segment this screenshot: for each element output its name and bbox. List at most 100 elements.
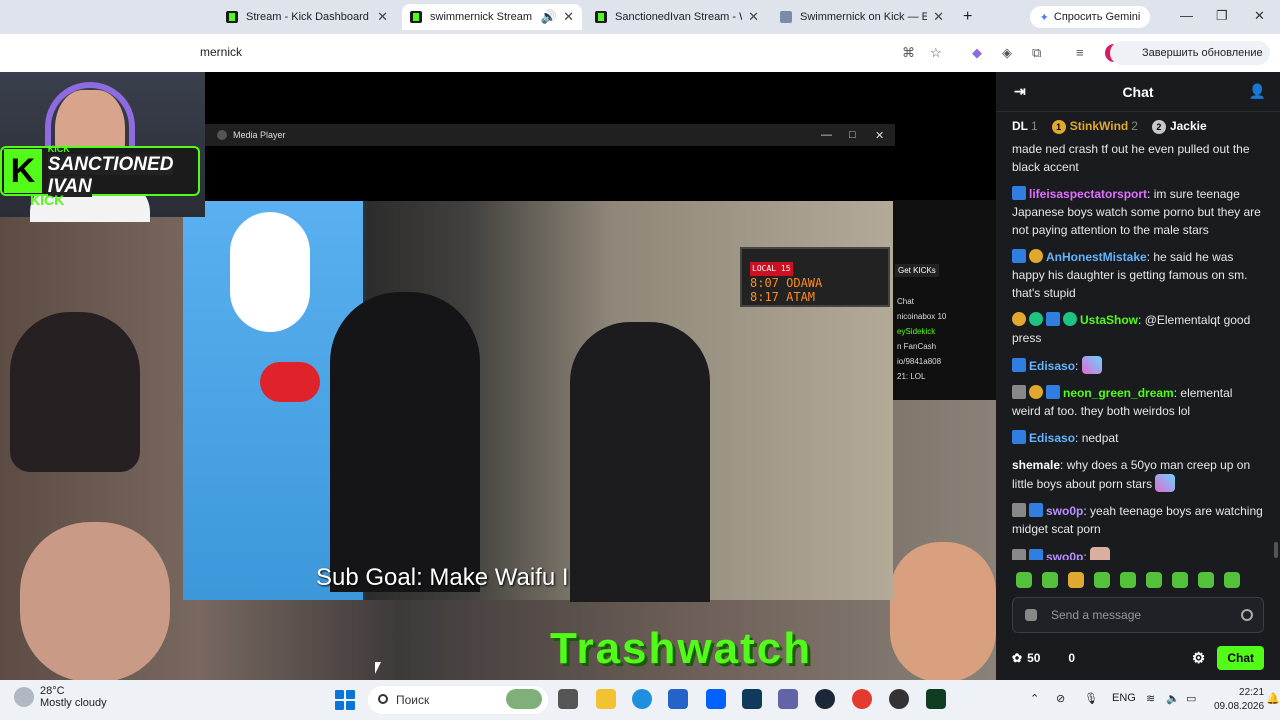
emote-icon[interactable] [1146,572,1162,588]
emote-icon[interactable] [1068,572,1084,588]
tab-kick-dashboard[interactable]: Stream - Kick Dashboard ✕ [218,4,396,30]
leader-item[interactable]: DL 1 [1012,119,1038,133]
emote-icon[interactable] [1094,572,1110,588]
tab-sanctionedivan-stream[interactable]: SanctionedIvan Stream - Wa ✕ [587,4,767,30]
network-off-icon[interactable]: ⊘ [1056,692,1065,705]
kick-watermark: KICK [30,192,65,208]
close-tab-icon[interactable]: ✕ [748,9,759,25]
new-tab-button[interactable]: + [955,4,981,30]
chat-message: neon_green_dream: elemental weird af too… [1012,385,1233,418]
emote-icon[interactable] [1224,572,1240,588]
emote-icon[interactable] [1016,572,1032,588]
leader-item[interactable]: 1 StinkWind 2 [1051,119,1138,134]
rank-1-icon: 1 [1051,119,1066,134]
verified-badge-icon [1029,549,1043,560]
ask-gemini-button[interactable]: ✦ Спросить Gemini [1030,6,1150,28]
tab-swimmernick-on-kick[interactable]: Swimmernick on Kick — Eng ✕ [772,4,952,30]
wifi-icon[interactable]: ≋ [1146,692,1155,705]
taskbar-clock[interactable]: 22:21 09.08.2026 [1214,686,1264,714]
chevron-up-icon[interactable]: ⌃ [1030,692,1039,705]
emote-icon [1081,356,1102,374]
microphone-icon[interactable]: 🎙 [1084,692,1098,705]
chat-message: Edisaso: nedpat [1012,429,1264,447]
chat-panel: ⇥ Chat 👤 DL 1 1 StinkWind 2 2 Jackie made ne… [996,72,1280,680]
chat-message-input[interactable]: Send a message [1012,597,1264,633]
windows-start-icon[interactable] [335,690,355,710]
sanctioned-ivan-logo: K KICK SANCTIONED IVAN [0,144,200,197]
emote-icon[interactable] [1042,572,1058,588]
check-badge-icon [1063,312,1077,326]
moderator-badge-icon [1012,385,1026,399]
emote-icon[interactable] [1120,572,1136,588]
emote-icon[interactable] [1172,572,1188,588]
restore-icon[interactable]: ❐ [1216,8,1228,24]
emote-icon[interactable] [1198,572,1214,588]
chat-messages[interactable]: made ned crash tf out he even pulled out… [996,140,1280,560]
emoji-icon[interactable] [1241,609,1253,621]
obs-icon[interactable] [889,689,909,709]
mp-close-icon: ✕ [875,130,885,142]
close-tab-icon[interactable]: ✕ [563,9,574,25]
sub-months-badge-icon [1012,249,1026,263]
app-icon[interactable] [742,689,762,709]
points-icon: ✿ [1012,651,1023,665]
verified-badge-icon [1046,385,1060,399]
task-view-icon[interactable] [558,689,578,709]
tab-swimmernick-stream[interactable]: swimmernick Stream - W 🔊 ✕ [402,4,582,30]
url-field[interactable]: mernick [200,45,242,59]
chat-message: UstaShow: @Elementalqt good press [1012,312,1251,345]
chat-message: swo0p: [1012,547,1264,560]
quick-emote-bar [1016,572,1240,588]
shield-icon[interactable] [1025,609,1037,621]
file-explorer-icon[interactable] [596,689,616,709]
finish-update-button[interactable]: Завершить обновление [1110,41,1270,65]
kick-app-icon[interactable] [926,689,946,709]
weather-widget[interactable]: 28°C Mostly cloudy [14,685,107,709]
address-bar: mernick ⌘ ☆ ◆ ◈ ⧉ ≡ I Завершить обновлен… [0,34,1280,72]
minimize-icon[interactable]: — [1180,8,1193,23]
teams-icon[interactable] [778,689,798,709]
subscriber-badge-icon [1029,312,1043,326]
battery-icon[interactable]: ▭ [1186,692,1196,705]
leader-item[interactable]: 2 Jackie [1151,119,1207,134]
volume-icon[interactable]: 🔈 [1166,692,1180,705]
language-indicator[interactable]: ENG [1112,692,1136,704]
embedded-mini-chat: Chat nicoinabox 10 eySidekick n FanCash … [893,200,996,400]
shield-extension-icon[interactable]: ◈ [1002,45,1012,61]
emote-icon [1090,547,1111,560]
user-settings-icon[interactable]: 👤 [1249,83,1266,100]
store-icon[interactable] [668,689,688,709]
speaker-icon[interactable]: 🔊 [541,9,557,25]
moderator-badge-icon [1012,503,1026,517]
channel-points[interactable]: ✿ 50 [1012,651,1040,665]
stream-video[interactable]: LOCAL 15 8:07 ODAWA 8:17 ATAM Chat nicoi… [0,72,996,680]
chat-scrollbar[interactable] [1274,542,1278,558]
steam-icon[interactable] [815,689,835,709]
chrome-icon[interactable] [852,689,872,709]
edge-icon[interactable] [632,689,652,709]
notifications-icon[interactable]: 🔔 [1266,692,1280,705]
widget-landscape-icon[interactable] [506,689,542,709]
media-controls-icon[interactable]: ≡ [1076,45,1084,60]
collapse-chat-icon[interactable]: ⇥ [1014,83,1026,100]
left-streamer-image [10,312,140,472]
gear-icon[interactable]: ⚙ [1192,649,1205,667]
kicks-balance[interactable]: 0 [1068,651,1075,665]
person-right-image [570,322,710,602]
rank-2-icon: 2 [1151,119,1166,134]
bookmark-star-icon[interactable]: ☆ [930,45,942,61]
send-chat-button[interactable]: Chat [1217,646,1264,670]
extension-icon[interactable]: ◆ [972,45,982,61]
media-player-black-area [205,146,895,201]
close-tab-icon[interactable]: ✕ [933,9,944,25]
close-tab-icon[interactable]: ✕ [377,9,388,25]
puzzle-extensions-icon[interactable]: ⧉ [1032,45,1041,61]
verified-badge-icon [1012,186,1026,200]
mp-maximize-icon: □ [849,129,856,141]
close-window-icon[interactable]: ✕ [1254,8,1265,24]
gift-badge-icon [1029,385,1043,399]
dropbox-icon[interactable] [706,689,726,709]
chat-header: ⇥ Chat 👤 [996,72,1280,112]
kick-favicon-icon [226,11,238,23]
translate-icon[interactable]: ⌘ [902,45,915,61]
